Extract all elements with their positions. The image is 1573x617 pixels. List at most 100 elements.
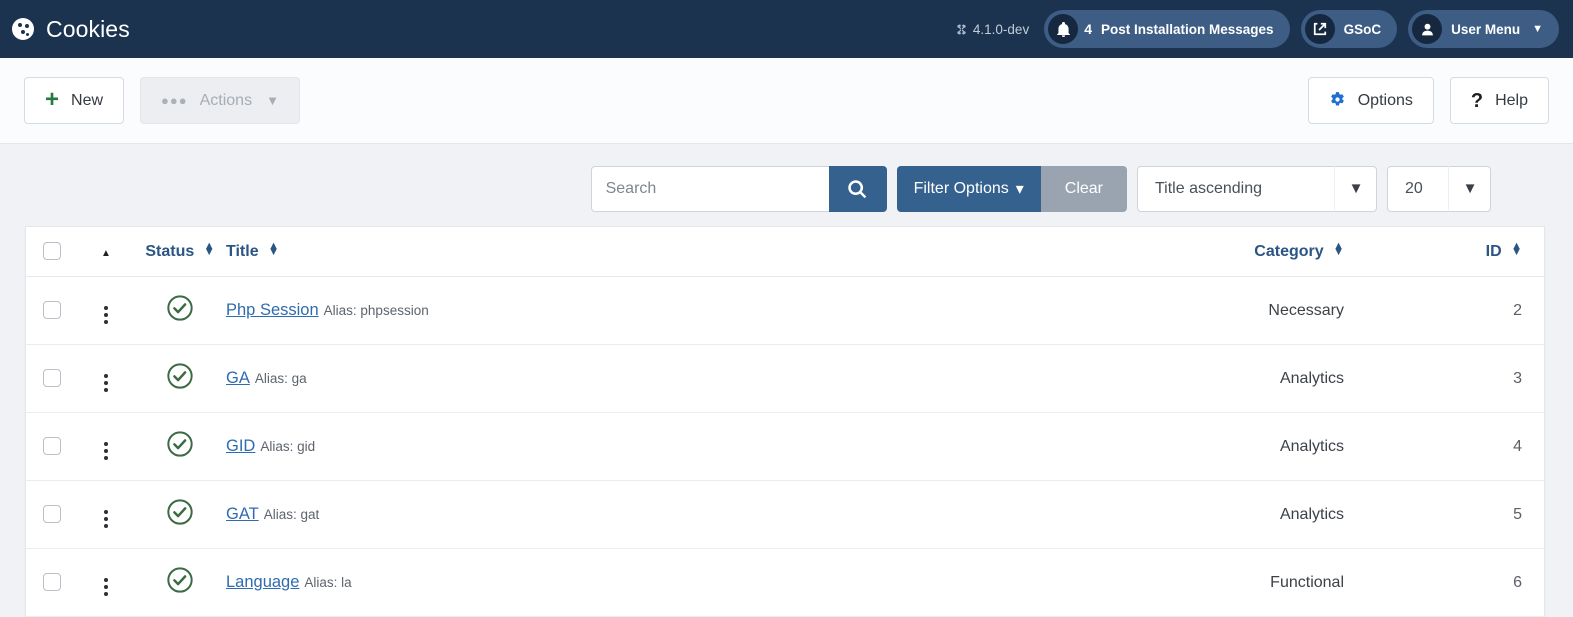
select-all-checkbox[interactable] xyxy=(43,242,61,261)
gsoc-button[interactable]: GSoC xyxy=(1300,10,1398,48)
table-row: GAT Alias: gat Analytics 5 xyxy=(26,480,1544,549)
cookie-icon xyxy=(12,18,34,40)
row-id: 6 xyxy=(1396,548,1544,617)
row-alias: Alias: la xyxy=(304,575,352,590)
sort-asc-arrow-icon: ▲ xyxy=(101,247,111,259)
table-row: GID Alias: gid Analytics 4 xyxy=(26,412,1544,481)
row-actions-icon[interactable] xyxy=(104,578,108,596)
check-circle-icon[interactable] xyxy=(166,294,194,322)
actions-button-label: Actions xyxy=(199,91,253,109)
list-limit-value: 20 xyxy=(1405,180,1423,197)
search-input[interactable] xyxy=(590,166,829,212)
row-alias: Alias: gat xyxy=(263,507,320,522)
column-status-label: Status xyxy=(145,243,195,260)
actions-button[interactable]: ●●● Actions ▼ xyxy=(140,77,300,124)
clear-filters-button[interactable]: Clear xyxy=(1040,166,1127,212)
check-circle-icon[interactable] xyxy=(166,430,194,458)
cookies-table: ▲ Status ▲ ▼ Title ▲ ▼ Category ▲ ▼ ID ▲ ▼ xyxy=(26,227,1544,617)
chevron-down-icon: ▾ xyxy=(1015,181,1024,198)
magnifier-icon xyxy=(848,179,867,198)
column-status[interactable]: Status ▲ ▼ xyxy=(134,227,226,277)
check-circle-icon[interactable] xyxy=(166,566,194,594)
row-actions-icon[interactable] xyxy=(104,374,108,392)
row-category: Functional xyxy=(1084,548,1396,617)
filter-options-button[interactable]: Filter Options ▾ xyxy=(896,166,1041,212)
row-category: Analytics xyxy=(1084,344,1396,413)
row-actions-icon[interactable] xyxy=(104,306,108,324)
row-title-link[interactable]: Php Session xyxy=(226,301,319,319)
column-id[interactable]: ID ▲ ▼ xyxy=(1396,227,1544,277)
user-menu-label: User Menu xyxy=(1451,21,1521,37)
column-title[interactable]: Title ▲ ▼ xyxy=(226,227,1084,277)
table-row: Language Alias: la Functional 6 xyxy=(26,548,1544,617)
new-button-label: New xyxy=(71,91,104,109)
row-alias: Alias: gid xyxy=(260,439,316,454)
row-alias: Alias: ga xyxy=(254,371,307,386)
external-link-icon xyxy=(1304,14,1335,44)
cookies-table-container: ▲ Status ▲ ▼ Title ▲ ▼ Category ▲ ▼ ID ▲ ▼ xyxy=(25,226,1545,617)
table-body: Php Session Alias: phpsession Necessary 2 GA… xyxy=(26,276,1544,617)
search-button[interactable] xyxy=(828,166,887,212)
check-circle-icon[interactable] xyxy=(166,498,194,526)
help-button-label: Help xyxy=(1495,91,1528,109)
column-id-label: ID xyxy=(1485,243,1502,260)
joomla-logo-icon xyxy=(957,24,966,34)
row-title-link[interactable]: GAT xyxy=(226,505,259,523)
ellipsis-icon: ●●● xyxy=(161,93,188,108)
column-category-label: Category xyxy=(1254,243,1324,260)
filter-bar: Filter Options ▾ Clear Title ascending ▼… xyxy=(0,144,1573,212)
gsoc-label: GSoC xyxy=(1343,21,1382,37)
row-id: 2 xyxy=(1396,276,1544,345)
gear-icon xyxy=(1329,91,1346,111)
row-checkbox[interactable] xyxy=(43,437,61,456)
sort-both-icon: ▲ ▼ xyxy=(1511,240,1522,258)
sort-both-icon: ▲ ▼ xyxy=(1333,240,1344,258)
ordering-select[interactable]: Title ascending xyxy=(1137,166,1377,212)
row-actions-icon[interactable] xyxy=(104,510,108,528)
page-title: Cookies xyxy=(46,15,130,42)
row-checkbox[interactable] xyxy=(43,369,61,388)
user-menu-button[interactable]: User Menu ▼ xyxy=(1408,10,1559,48)
header-actions: 4.1.0-dev 4 Post Installation Messages G… xyxy=(955,10,1559,48)
user-avatar-icon xyxy=(1412,14,1443,44)
options-button[interactable]: Options xyxy=(1307,77,1434,124)
row-title-link[interactable]: GID xyxy=(226,437,255,455)
table-row: Php Session Alias: phpsession Necessary 2 xyxy=(26,276,1544,345)
row-id: 5 xyxy=(1396,480,1544,549)
ordering-select-wrapper: Title ascending ▼ xyxy=(1137,166,1377,212)
list-limit-select[interactable]: 20 xyxy=(1387,166,1491,212)
row-title-link[interactable]: Language xyxy=(226,573,299,591)
row-alias: Alias: phpsession xyxy=(323,303,429,318)
sort-both-icon: ▲ ▼ xyxy=(203,240,215,258)
table-header: ▲ Status ▲ ▼ Title ▲ ▼ Category ▲ ▼ ID ▲ ▼ xyxy=(26,227,1544,277)
post-installation-messages-button[interactable]: 4 Post Installation Messages xyxy=(1044,10,1290,48)
check-circle-icon[interactable] xyxy=(166,362,194,390)
sort-both-icon: ▲ ▼ xyxy=(268,240,279,258)
row-category: Necessary xyxy=(1084,276,1396,345)
chevron-down-icon: ▼ xyxy=(1532,23,1543,35)
row-checkbox[interactable] xyxy=(43,301,61,320)
filter-options-label: Filter Options xyxy=(913,180,1009,197)
row-category: Analytics xyxy=(1084,412,1396,481)
post-installation-messages-label: Post Installation Messages xyxy=(1101,21,1274,37)
column-select-all xyxy=(26,227,78,277)
list-limit-select-wrapper: 20 ▼ xyxy=(1387,166,1491,212)
search-group xyxy=(590,166,887,212)
table-header-row: ▲ Status ▲ ▼ Title ▲ ▼ Category ▲ ▼ ID ▲ ▼ xyxy=(26,227,1544,277)
column-ordering[interactable]: ▲ xyxy=(78,227,134,277)
row-actions-icon[interactable] xyxy=(104,442,108,460)
chevron-down-icon: ▼ xyxy=(266,93,279,108)
toolbar-right-group: Options ? Help xyxy=(1307,77,1549,124)
column-category[interactable]: Category ▲ ▼ xyxy=(1084,227,1396,277)
help-button[interactable]: ? Help xyxy=(1449,77,1549,124)
row-checkbox[interactable] xyxy=(43,573,61,592)
messages-count-badge: 4 xyxy=(1084,21,1092,37)
options-button-label: Options xyxy=(1357,91,1413,109)
row-title-link[interactable]: GA xyxy=(226,369,250,387)
row-checkbox[interactable] xyxy=(43,505,61,524)
new-button[interactable]: + New xyxy=(24,77,125,124)
joomla-version-label: 4.1.0-dev xyxy=(972,21,1030,37)
row-category: Analytics xyxy=(1084,480,1396,549)
column-title-label: Title xyxy=(226,243,259,260)
row-id: 3 xyxy=(1396,344,1544,413)
